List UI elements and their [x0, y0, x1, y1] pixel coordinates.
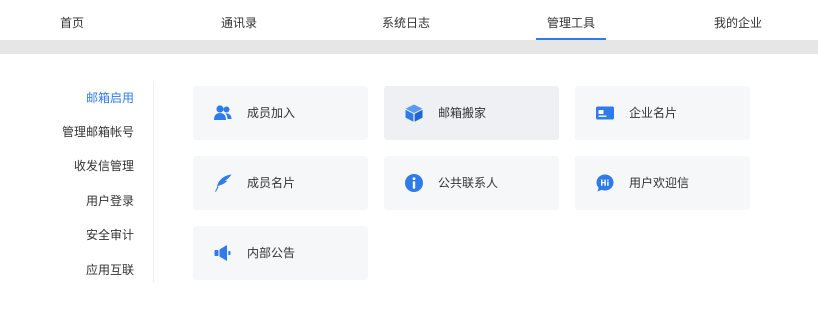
top-nav: 首页 通讯录 系统日志 管理工具 我的企业 — [0, 0, 818, 40]
tool-card-public-contacts[interactable]: 公共联系人 — [384, 156, 559, 210]
megaphone-icon — [213, 243, 233, 263]
tool-card-member-card[interactable]: 成员名片 — [193, 156, 368, 210]
sidebar-item-label: 管理邮箱帐号 — [61, 125, 134, 139]
tab-system-log-label: 系统日志 — [382, 16, 431, 30]
tool-card-label: 成员名片 — [247, 176, 296, 190]
tool-card-label: 邮箱搬家 — [438, 106, 487, 120]
sidebar-item-label: 用户登录 — [85, 194, 134, 208]
hi-chat-icon — [595, 173, 615, 193]
tool-card-label: 公共联系人 — [438, 176, 499, 190]
tool-card-enterprise-card[interactable]: 企业名片 — [575, 86, 750, 140]
tab-home-label: 首页 — [60, 16, 85, 30]
feather-icon — [213, 173, 233, 193]
sidebar-item-security-audit[interactable]: 安全审计 — [86, 226, 134, 243]
id-card-icon — [595, 103, 615, 123]
tab-my-enterprise[interactable]: 我的企业 — [714, 0, 762, 40]
sidebar-item-app-integration[interactable]: 应用互联 — [86, 261, 134, 278]
tab-admin-tools-label: 管理工具 — [547, 16, 596, 30]
tool-card-label: 成员加入 — [247, 106, 296, 120]
tool-card-member-join[interactable]: 成员加入 — [193, 86, 368, 140]
tool-card-label: 用户欢迎信 — [629, 176, 690, 190]
sidebar-item-enable-mailbox[interactable]: 邮箱启用 — [86, 89, 134, 106]
tool-card-welcome-letter[interactable]: 用户欢迎信 — [575, 156, 750, 210]
sidebar-item-label: 应用互联 — [85, 263, 134, 277]
tab-contacts[interactable]: 通讯录 — [221, 0, 257, 40]
tab-admin-tools[interactable]: 管理工具 — [536, 0, 606, 40]
sidebar-item-user-login[interactable]: 用户登录 — [86, 192, 134, 209]
tool-card-internal-notice[interactable]: 内部公告 — [193, 226, 368, 280]
tab-system-log[interactable]: 系统日志 — [382, 0, 430, 40]
tool-card-label: 内部公告 — [247, 246, 296, 260]
users-icon — [213, 103, 233, 123]
tab-my-enterprise-label: 我的企业 — [714, 16, 763, 30]
tool-card-label: 企业名片 — [629, 106, 678, 120]
box-icon — [404, 103, 424, 123]
sidebar-item-manage-accounts[interactable]: 管理邮箱帐号 — [62, 123, 134, 140]
sidebar: 邮箱启用 管理邮箱帐号 收发信管理 用户登录 安全审计 应用互联 — [0, 82, 154, 282]
tab-home[interactable]: 首页 — [60, 0, 84, 40]
sidebar-item-label: 安全审计 — [85, 228, 134, 242]
sidebar-item-label: 邮箱启用 — [85, 91, 134, 105]
tool-card-mailbox-migration[interactable]: 邮箱搬家 — [384, 86, 559, 140]
info-icon — [404, 173, 424, 193]
sidebar-item-label: 收发信管理 — [73, 159, 134, 173]
sidebar-item-mail-flow[interactable]: 收发信管理 — [74, 157, 134, 174]
header-divider-band — [0, 40, 818, 54]
tab-contacts-label: 通讯录 — [221, 16, 258, 30]
